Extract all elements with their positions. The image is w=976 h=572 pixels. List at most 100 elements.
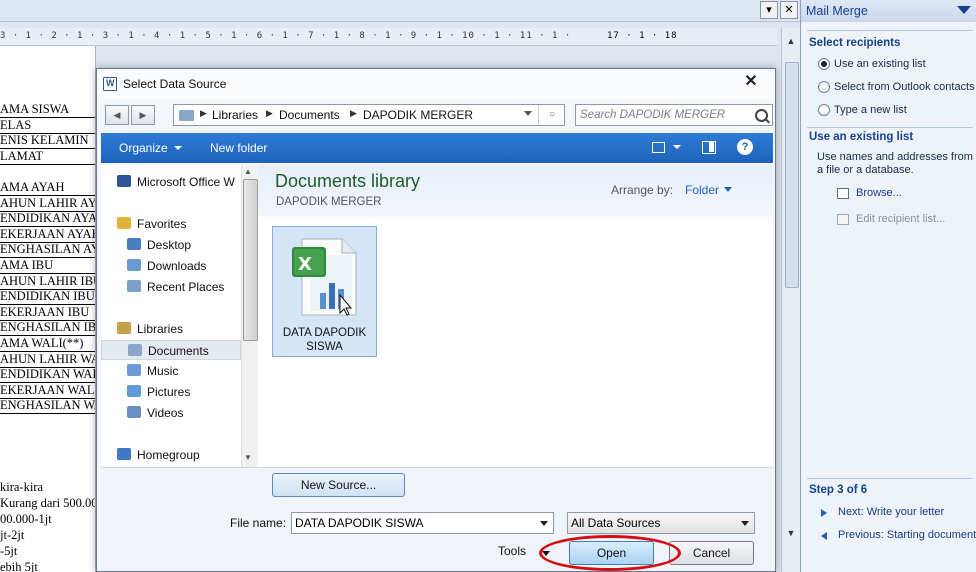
- window-close-button[interactable]: ✕: [780, 1, 798, 19]
- file-name-dropdown-icon[interactable]: [540, 521, 548, 526]
- document-table-row: LAMAT: [0, 149, 95, 165]
- refresh-icon[interactable]: ○: [538, 105, 565, 125]
- next-step-link[interactable]: Next: Write your letter: [838, 506, 944, 518]
- nav-scroll-down-icon[interactable]: ▼: [244, 453, 252, 462]
- nav-item-pictures[interactable]: Pictures: [101, 382, 241, 402]
- nav-item-desktop[interactable]: Desktop: [101, 235, 241, 255]
- folder-icon: [179, 110, 194, 121]
- scroll-thumb[interactable]: [785, 62, 799, 288]
- previous-arrow-icon[interactable]: [821, 532, 827, 540]
- homegroup-icon: [117, 448, 131, 460]
- document-table-row: EKERJAAN AYAH: [0, 226, 96, 243]
- document-page[interactable]: AMA SISWA ELAS ENIS KELAMIN LAMAT AMA AYAH AH…: [0, 46, 96, 572]
- breadcrumb-documents[interactable]: Documents: [279, 108, 340, 122]
- nav-item-label: Documents: [148, 344, 209, 358]
- navigation-bar: ◀ ▶ ▶ Libraries ▶ Documents ▶ DAPODIK ME…: [101, 101, 773, 131]
- scroll-down-arrow-icon[interactable]: ▼: [785, 528, 797, 538]
- radio-label-type-new-list[interactable]: Type a new list: [834, 104, 907, 116]
- file-item-data-dapodik-siswa[interactable]: X DATA DAPODIK SISWA: [272, 226, 377, 357]
- nav-item-downloads[interactable]: Downloads: [101, 256, 241, 276]
- pane-title-bar: Mail Merge: [801, 0, 976, 22]
- dialog-title-bar[interactable]: Select Data Source ✕: [97, 69, 775, 99]
- radio-outlook-contacts[interactable]: [818, 81, 830, 93]
- radio-label-outlook-contacts[interactable]: Select from Outlook contacts: [834, 81, 975, 93]
- radio-type-new-list[interactable]: [818, 104, 830, 116]
- nav-item-music[interactable]: Music: [101, 361, 241, 381]
- browse-table-icon: [837, 188, 849, 199]
- preview-pane-icon[interactable]: [701, 140, 717, 154]
- breadcrumb-separator-icon[interactable]: ▶: [350, 108, 357, 119]
- forward-arrow-icon[interactable]: ▶: [131, 105, 155, 125]
- address-bar[interactable]: ▶ Libraries ▶ Documents ▶ DAPODIK MERGER…: [173, 104, 565, 126]
- document-table-row: ELAS: [0, 118, 95, 134]
- help-icon[interactable]: ?: [737, 139, 753, 155]
- radio-use-existing-list[interactable]: [818, 58, 830, 70]
- nav-item-label: Microsoft Office W: [137, 175, 235, 189]
- organize-dropdown-icon: [173, 146, 182, 150]
- nav-item-documents[interactable]: Documents: [101, 340, 241, 360]
- nav-item-videos[interactable]: Videos: [101, 403, 241, 423]
- radio-label-use-existing-list[interactable]: Use an existing list: [834, 58, 926, 70]
- horizontal-ruler-extension[interactable]: 17 · 1 · 18: [577, 28, 777, 46]
- edit-recipient-list-link: Edit recipient list...: [856, 213, 946, 225]
- cancel-button[interactable]: Cancel: [669, 541, 754, 565]
- breadcrumb-dapodik-merger[interactable]: DAPODIK MERGER: [363, 108, 473, 122]
- document-vertical-scrollbar[interactable]: ▲ ▼: [781, 28, 800, 572]
- recent-places-icon: [127, 280, 141, 292]
- search-box[interactable]: Search DAPODIK MERGER: [575, 104, 773, 126]
- breadcrumb-separator-icon[interactable]: ▶: [266, 108, 273, 119]
- search-placeholder[interactable]: Search DAPODIK MERGER: [580, 109, 725, 121]
- document-text-line: -5jt: [0, 544, 18, 558]
- document-table-row: ENDIDIKAN IBU: [0, 289, 95, 306]
- dialog-title: Select Data Source: [123, 77, 227, 91]
- change-view-icon[interactable]: [651, 140, 681, 154]
- arrange-by-dropdown[interactable]: Folder: [685, 183, 733, 197]
- tools-button[interactable]: Tools: [498, 544, 526, 558]
- downloads-icon: [127, 259, 141, 271]
- address-dropdown-icon[interactable]: [524, 111, 532, 116]
- nav-item-favorites[interactable]: Favorites: [101, 214, 241, 234]
- horizontal-ruler[interactable]: 3 · 1 · 2 · 1 · 3 · 1 · 4 · 1 · 5 · 1 · …: [0, 28, 821, 46]
- dialog-close-button[interactable]: ✕: [739, 73, 763, 93]
- scroll-up-arrow-icon[interactable]: ▲: [785, 36, 797, 46]
- nav-scroll-up-icon[interactable]: ▲: [244, 167, 252, 176]
- ruler-numbers-ext: 17 · 1 · 18: [607, 31, 678, 41]
- file-name-label: File name:: [230, 516, 287, 530]
- nav-item-microsoft-office-w[interactable]: Microsoft Office W: [101, 172, 241, 192]
- nav-pane-scrollbar[interactable]: ▲ ▼: [241, 165, 258, 467]
- arrange-by-label: Arrange by:: [611, 183, 674, 197]
- pane-options-chevron-icon[interactable]: [957, 6, 971, 14]
- desktop-icon: [127, 238, 141, 250]
- document-text-line: kira-kira: [0, 480, 44, 494]
- search-icon[interactable]: [755, 109, 768, 122]
- new-source-button[interactable]: New Source...: [272, 473, 405, 497]
- library-subtitle: DAPODIK MERGER: [276, 196, 382, 208]
- file-name-value[interactable]: DATA DAPODIK SISWA: [295, 516, 423, 530]
- word-icon: [103, 77, 117, 91]
- previous-step-link[interactable]: Previous: Starting document: [838, 529, 976, 541]
- browse-link[interactable]: Browse...: [856, 187, 902, 199]
- document-table-row: ENDIDIKAN WALI: [0, 367, 96, 384]
- document-table-row: ENGHASILAN WALI: [0, 398, 95, 415]
- document-table-row: AHUN LAHIR WALI: [0, 352, 95, 368]
- nav-item-libraries[interactable]: Libraries: [101, 319, 241, 339]
- next-arrow-icon[interactable]: [821, 509, 827, 517]
- nav-item-recent-places[interactable]: Recent Places: [101, 277, 241, 297]
- organize-button[interactable]: Organize: [119, 141, 182, 155]
- file-type-select[interactable]: All Data Sources: [567, 512, 755, 534]
- edit-list-icon: [837, 214, 849, 225]
- file-name-input[interactable]: DATA DAPODIK SISWA: [291, 512, 554, 534]
- step-indicator: Step 3 of 6: [809, 484, 868, 496]
- file-list-area[interactable]: Documents library DAPODIK MERGER Arrange…: [258, 165, 773, 467]
- breadcrumb-libraries[interactable]: Libraries: [212, 108, 258, 122]
- back-arrow-icon[interactable]: ◀: [105, 105, 129, 125]
- ribbon-dropdown-button[interactable]: ▾: [760, 1, 778, 19]
- nav-item-homegroup[interactable]: Homegroup: [101, 445, 241, 465]
- mail-merge-pane: Mail Merge Select recipients Use an exis…: [800, 0, 976, 572]
- nav-scroll-thumb[interactable]: [243, 179, 258, 341]
- file-type-dropdown-icon[interactable]: [741, 521, 749, 526]
- new-folder-button[interactable]: New folder: [210, 141, 267, 155]
- breadcrumb-separator-icon[interactable]: ▶: [200, 108, 207, 119]
- pane-divider: [807, 127, 973, 128]
- nav-item-label: Homegroup: [137, 448, 200, 462]
